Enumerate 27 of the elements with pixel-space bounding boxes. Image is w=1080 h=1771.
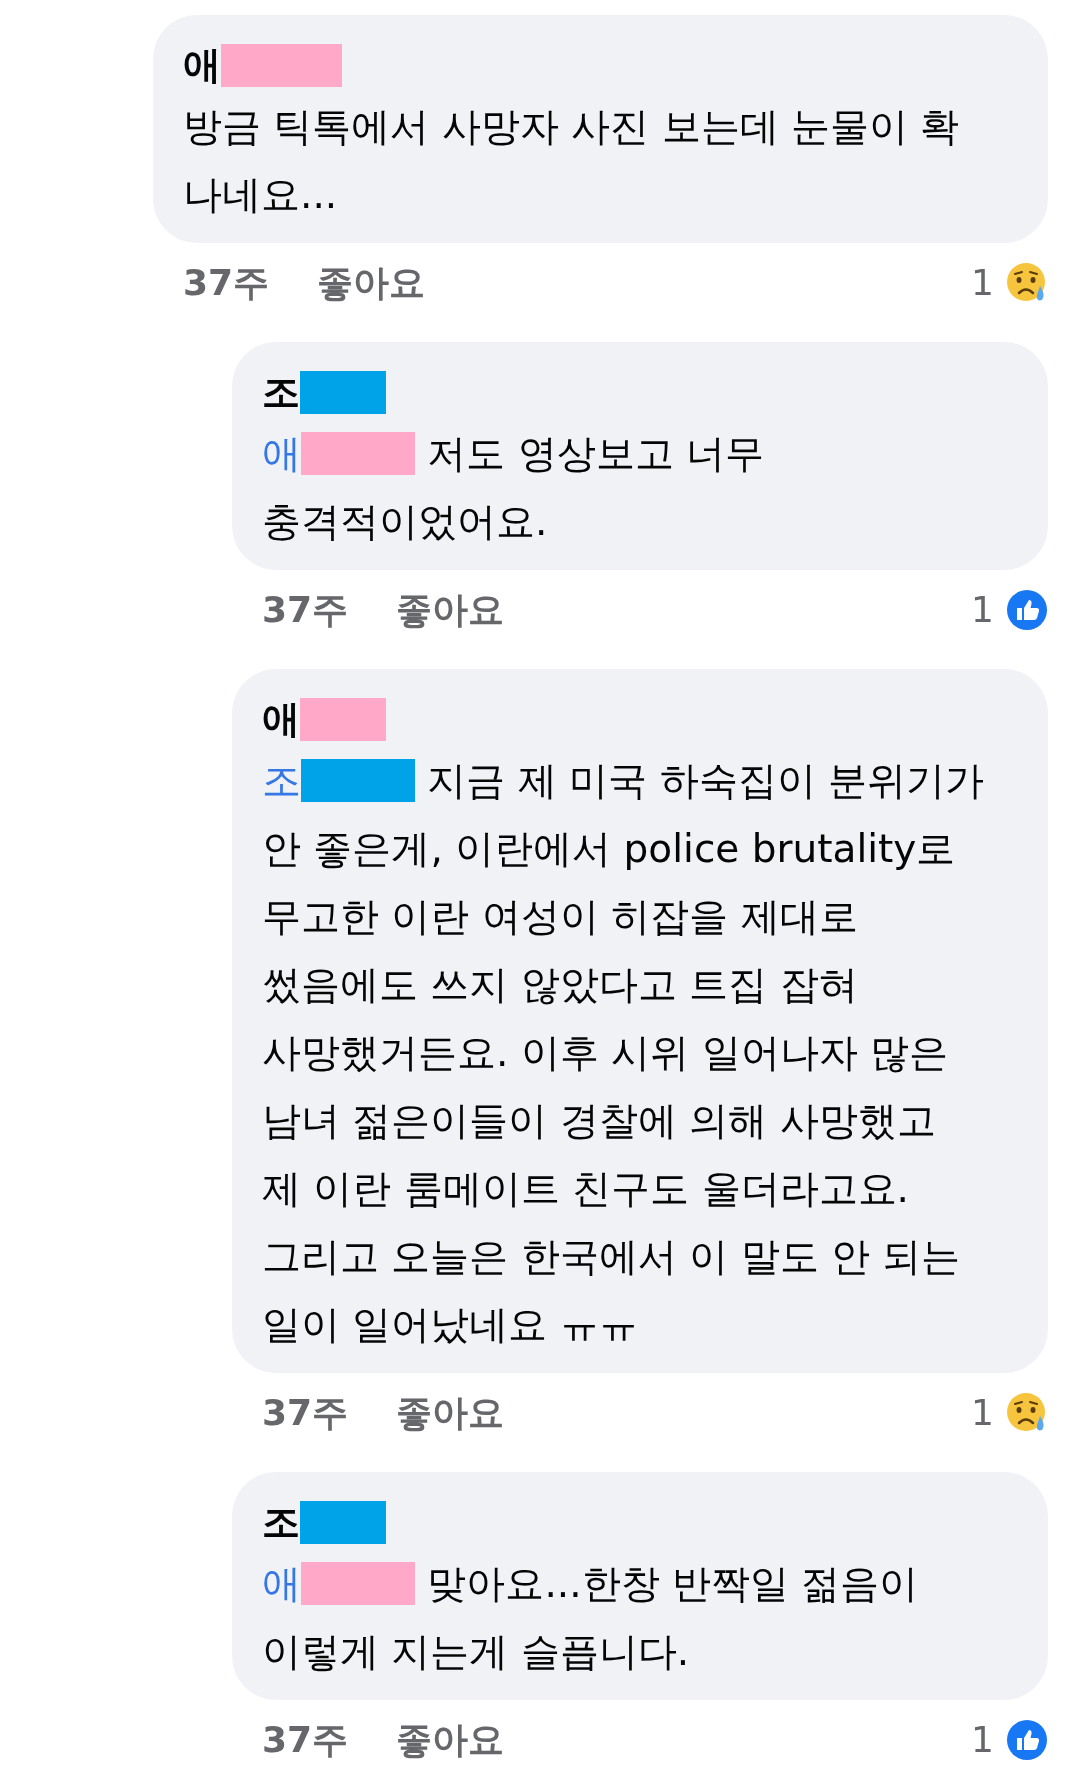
author-name[interactable]: 조 [262, 1503, 300, 1541]
thumbs-up-icon [1006, 589, 1048, 631]
mention-link[interactable]: 애 [262, 1561, 301, 1606]
like-link[interactable]: 좋아요 [396, 1386, 505, 1440]
comment-time: 37주 [262, 588, 349, 632]
comment-text: 조 지금 제 미국 하숙집이 분위기가 안 좋은게, 이란에서 police brutality로 무고한 이란 여성이 히잡을 제대로 썼음에도 쓰지 않았다고 트집 잡혀 사망했거든요. 이후 시위 일어나자 많은 남녀 젊은이들이 경찰에 의해 사망했고 제 이란 룸메이트 친구도 울더라고요. 그리고 오늘은 한국에서 이 말도 안 되는 일이 일어났네요 ㅠㅠ [262, 757, 985, 1349]
comment-time: 37주 [262, 1391, 349, 1435]
author-name[interactable]: 애 [183, 46, 221, 84]
crying-face-icon [1006, 1392, 1048, 1434]
comment-time: 37주 [183, 261, 270, 305]
crying-face-icon [1006, 262, 1048, 304]
thumbs-up-icon [1006, 1719, 1048, 1761]
comment-text: 애 저도 영상보고 너무 충격적이었어요. [262, 430, 766, 546]
reaction-count: 1 [971, 588, 994, 632]
like-link[interactable]: 좋아요 [317, 256, 426, 310]
comment-text: 애 맞아요...한창 반짝일 젊음이 이렇게 지는게 슬픕니다. [262, 1560, 920, 1676]
reaction-count: 1 [971, 1391, 994, 1435]
author-name[interactable]: 애 [262, 700, 300, 738]
mention-link[interactable]: 애 [262, 431, 301, 476]
author-name[interactable]: 조 [262, 373, 300, 411]
comment-text: 방금 틱톡에서 사망자 사진 보는데 눈물이 확 나네요... [183, 103, 961, 219]
comment-time: 37주 [262, 1718, 349, 1762]
like-link[interactable]: 좋아요 [396, 583, 505, 637]
mention-link[interactable]: 조 [262, 758, 301, 803]
reaction-count: 1 [971, 261, 994, 305]
like-link[interactable]: 좋아요 [396, 1713, 505, 1767]
reaction-count: 1 [971, 1718, 994, 1762]
